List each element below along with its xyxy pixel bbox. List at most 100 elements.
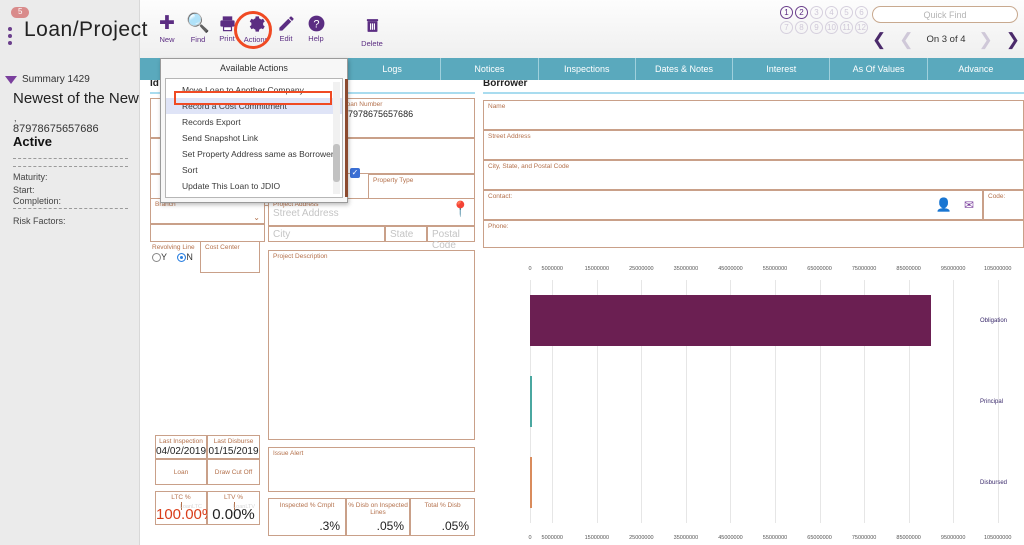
help-button[interactable]: ? Help (295, 14, 337, 43)
cell-inspected-pct-cmplt[interactable]: Inspected % Cmplt .3% (268, 498, 346, 536)
menu-scrollbar[interactable] (333, 82, 340, 194)
layout-dot-9[interactable]: 9 (810, 21, 823, 34)
tab-dates-notes[interactable]: Dates & Notes (636, 58, 734, 80)
menu-item-update-loan-jdio[interactable]: Update This Loan to JDIO (166, 178, 342, 194)
record-pager: ❮ ❮ On 3 of 4 ❯ ❯ (872, 27, 1020, 51)
available-actions-menu: Available Actions Move Loan to Another C… (160, 58, 348, 203)
menu-item-send-snapshot-link[interactable]: Send Snapshot Link (166, 130, 342, 146)
layout-dot-1[interactable]: 1 (780, 6, 793, 19)
chart-x-tick-label: 95000000 (940, 535, 966, 541)
field-loan-number[interactable]: Loan Number 87978675657686 (338, 98, 475, 138)
quick-find-input[interactable]: Quick Find (872, 6, 1018, 23)
application-window: 5 Summary 1429 Newest of the New , 87978… (0, 0, 1024, 545)
checkbox-checked[interactable]: ✓ (350, 168, 360, 178)
inspected-pct-value: .3% (319, 519, 340, 533)
cell-draw-cut-off[interactable]: Draw Cut Off (207, 459, 260, 485)
tab-as-of-values[interactable]: As Of Values (830, 58, 928, 80)
chart-x-tick-label: 5000000 (541, 535, 563, 541)
chart-x-tick-label: 25000000 (629, 266, 654, 272)
tab-notices[interactable]: Notices (441, 58, 539, 80)
cell-last-disburse[interactable]: Last Disburse 01/15/2019 (207, 435, 260, 459)
disb-inspected-value: .05% (376, 519, 404, 533)
tab-advance[interactable]: Advance (928, 58, 1024, 80)
divider-1 (13, 158, 128, 159)
property-type-label: Property Type (373, 177, 414, 184)
previous-record-button[interactable]: ❮ (899, 31, 913, 48)
ltv-value: 0.00% (212, 506, 255, 523)
envelope-icon[interactable]: ✉ (964, 198, 974, 212)
maturity-label: Maturity: (13, 172, 48, 182)
cell-last-inspection[interactable]: Last Inspection 04/02/2019 (155, 435, 207, 459)
menu-item-set-property-address[interactable]: Set Property Address same as Borrower's (166, 146, 342, 162)
trash-icon (366, 19, 378, 32)
tab-inspections[interactable]: Inspections (539, 58, 636, 80)
chart-x-tick-label: 45000000 (718, 266, 743, 272)
layout-dot-3[interactable]: 3 (810, 6, 823, 19)
delete-button[interactable]: Delete (352, 17, 392, 48)
field-postal-code[interactable]: Postal Code (427, 226, 475, 251)
cell-ltv[interactable]: LTV % LoanLTV 0.00% (207, 491, 260, 525)
person-add-icon[interactable]: 👤 (936, 197, 952, 213)
chart-category-label: Principal (980, 398, 1004, 405)
revolving-line-radio-group[interactable]: Y N (152, 252, 193, 263)
menu-item-sort[interactable]: Sort (166, 162, 342, 178)
borrower-contact-label: Contact: (488, 193, 513, 200)
field-borrower-name[interactable]: Name (483, 100, 1024, 130)
summary-toggle[interactable]: Summary 1429 (5, 74, 90, 85)
cell-loan[interactable]: Loan (155, 459, 207, 485)
loan-amounts-bar-chart: 0 5000000 15000000 25000000 35000000 45000000… (480, 262, 1024, 545)
field-branch-secondary[interactable] (150, 224, 265, 242)
record-status: Active (13, 134, 53, 149)
kebab-menu-icon[interactable] (8, 27, 14, 48)
field-borrower-code[interactable]: Code: (983, 190, 1024, 220)
chart-bar-obligation (530, 295, 931, 346)
radio-yes-label: Y (161, 252, 167, 262)
menu-item-records-export[interactable]: Records Export (166, 114, 342, 130)
radio-no[interactable] (177, 253, 187, 263)
layout-dot-8[interactable]: 8 (795, 21, 808, 34)
tab-logs[interactable]: Logs (344, 58, 442, 80)
layout-dot-2[interactable]: 2 (795, 6, 808, 19)
field-issue-alert[interactable]: Issue Alert (268, 447, 475, 492)
tab-interest[interactable]: Interest (733, 58, 831, 80)
chart-x-tick-label: 25000000 (629, 535, 654, 541)
layout-dot-10[interactable]: 10 (825, 21, 838, 34)
layout-dot-12[interactable]: 12 (855, 21, 868, 34)
menu-item-record-cost-commitment[interactable]: Record a Cost Commitment (166, 98, 342, 114)
field-borrower-street[interactable]: Street Address (483, 130, 1024, 160)
layout-selector[interactable]: 1 2 3 4 5 6 7 8 9 10 11 12 (780, 6, 872, 34)
layout-dot-6[interactable]: 6 (855, 6, 868, 19)
completion-label: Completion: (13, 196, 62, 206)
sidebar: 5 Summary 1429 Newest of the New , 87978… (0, 0, 140, 545)
chart-x-tick-label: 65000000 (807, 535, 832, 541)
notification-badge[interactable]: 5 (11, 7, 30, 18)
street-address-placeholder: Street Address (273, 208, 339, 219)
last-record-button[interactable]: ❯ (1006, 31, 1020, 48)
cell-disb-on-inspected[interactable]: % Disb on Inspected Lines .05% (346, 498, 410, 536)
layout-dot-5[interactable]: 5 (840, 6, 853, 19)
map-pin-icon[interactable]: 📍 (451, 200, 470, 218)
chart-x-tick-label: 15000000 (584, 535, 610, 541)
chevron-down-icon: ⌄ (253, 213, 260, 222)
field-state[interactable]: State (385, 226, 427, 242)
field-cost-center[interactable]: Cost Center (200, 241, 260, 273)
cell-ltc[interactable]: LTC % LoanLTC 100.00% (155, 491, 216, 525)
menu-item-move-loan[interactable]: Move Loan to Another Company (166, 82, 342, 98)
radio-yes[interactable] (152, 253, 161, 263)
field-borrower-city-state-zip[interactable]: City, State, and Postal Code (483, 160, 1024, 190)
ltc-value: 100.00% (156, 506, 216, 523)
menu-scrollbar-thumb[interactable] (333, 143, 340, 182)
field-project-description[interactable]: Project Description (268, 250, 475, 440)
chart-x-tick-label: 55000000 (762, 535, 788, 541)
divider-3 (13, 208, 128, 209)
field-city[interactable]: City (268, 226, 385, 242)
layout-dot-7[interactable]: 7 (780, 21, 793, 34)
field-borrower-contact[interactable]: Contact: 👤 ✉ (483, 190, 983, 220)
risk-factors-label: Risk Factors: (13, 216, 66, 226)
layout-dot-11[interactable]: 11 (840, 21, 853, 34)
next-record-button[interactable]: ❯ (979, 31, 993, 48)
first-record-button[interactable]: ❮ (872, 31, 886, 48)
cell-total-pct-disb[interactable]: Total % Disb .05% (410, 498, 475, 536)
field-borrower-phone[interactable]: Phone: (483, 220, 1024, 248)
layout-dot-4[interactable]: 4 (825, 6, 838, 19)
